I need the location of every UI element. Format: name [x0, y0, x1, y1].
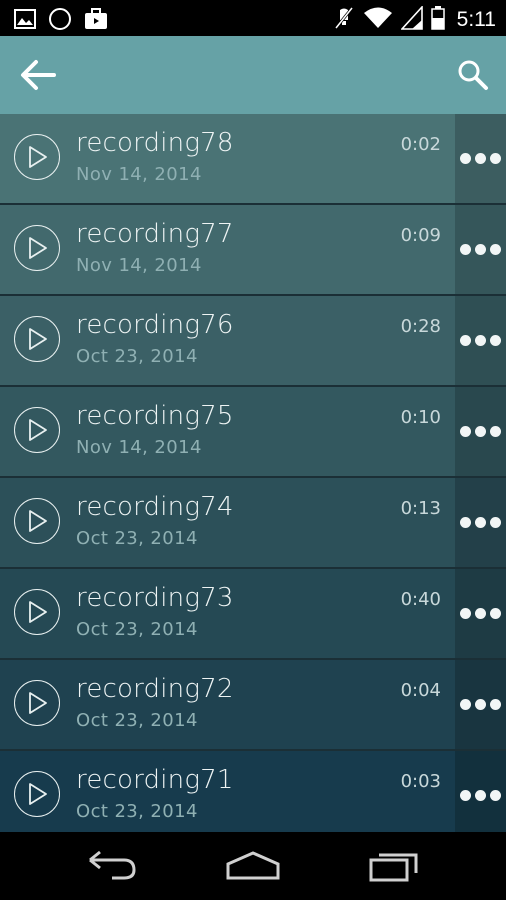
battery-icon: [430, 6, 445, 34]
circle-icon: [48, 7, 72, 35]
recording-title: recording73: [76, 583, 234, 613]
play-button[interactable]: [14, 771, 60, 817]
recording-title: recording76: [76, 310, 234, 340]
recording-duration: 0:03: [400, 771, 441, 792]
recording-title: recording74: [76, 492, 234, 522]
search-button[interactable]: [456, 58, 490, 92]
recording-title: recording78: [76, 128, 234, 158]
more-dots-icon: [460, 517, 501, 528]
recording-duration: 0:09: [400, 225, 441, 246]
more-dots-icon: [460, 608, 501, 619]
recording-row[interactable]: recording71 Oct 23, 2014 0:03: [0, 751, 506, 832]
recording-row[interactable]: recording77 Nov 14, 2014 0:09: [0, 205, 506, 296]
nav-back-icon: [86, 850, 138, 886]
recording-title: recording77: [76, 219, 234, 249]
more-options-button[interactable]: [455, 751, 506, 832]
more-dots-icon: [460, 699, 501, 710]
recording-date: Nov 14, 2014: [76, 255, 202, 276]
play-button[interactable]: [14, 225, 60, 271]
recording-list: recording78 Nov 14, 2014 0:02 recording7…: [0, 114, 506, 832]
play-button[interactable]: [14, 134, 60, 180]
nav-recents-icon: [368, 853, 422, 886]
recording-duration: 0:40: [400, 589, 441, 610]
recording-row-main[interactable]: recording71 Oct 23, 2014 0:03: [0, 751, 455, 832]
more-options-button[interactable]: [455, 387, 506, 476]
more-options-button[interactable]: [455, 205, 506, 294]
recording-date: Oct 23, 2014: [76, 801, 198, 822]
more-options-button[interactable]: [455, 569, 506, 658]
recording-row[interactable]: recording75 Nov 14, 2014 0:10: [0, 387, 506, 478]
more-dots-icon: [460, 244, 501, 255]
recording-row-main[interactable]: recording77 Nov 14, 2014 0:09: [0, 205, 455, 294]
more-dots-icon: [460, 153, 501, 164]
recording-row[interactable]: recording73 Oct 23, 2014 0:40: [0, 569, 506, 660]
recording-row-main[interactable]: recording72 Oct 23, 2014 0:04: [0, 660, 455, 749]
play-button[interactable]: [14, 407, 60, 453]
recording-row-main[interactable]: recording75 Nov 14, 2014 0:10: [0, 387, 455, 476]
status-right-icons: 5:11: [333, 4, 496, 34]
recording-row[interactable]: recording72 Oct 23, 2014 0:04: [0, 660, 506, 751]
recording-row[interactable]: recording78 Nov 14, 2014 0:02: [0, 114, 506, 205]
back-button[interactable]: [18, 54, 60, 96]
recording-duration: 0:13: [400, 498, 441, 519]
play-button[interactable]: [14, 316, 60, 362]
recording-title: recording72: [76, 674, 234, 704]
app-bar: [0, 36, 506, 114]
recording-row-main[interactable]: recording73 Oct 23, 2014 0:40: [0, 569, 455, 658]
recording-row[interactable]: recording74 Oct 23, 2014 0:13: [0, 478, 506, 569]
more-dots-icon: [460, 790, 501, 801]
nav-recents-button[interactable]: [368, 850, 422, 886]
image-icon: [14, 9, 36, 33]
recording-date: Oct 23, 2014: [76, 619, 198, 640]
recording-title: recording75: [76, 401, 234, 431]
status-bar: 5:11: [0, 0, 506, 36]
recording-duration: 0:28: [400, 316, 441, 337]
recording-date: Nov 14, 2014: [76, 164, 202, 185]
recording-row-main[interactable]: recording74 Oct 23, 2014 0:13: [0, 478, 455, 567]
play-button[interactable]: [14, 589, 60, 635]
status-clock: 5:11: [456, 8, 496, 31]
nav-home-button[interactable]: [226, 850, 280, 886]
recording-duration: 0:04: [400, 680, 441, 701]
search-icon: [456, 60, 490, 96]
more-dots-icon: [460, 426, 501, 437]
recording-duration: 0:02: [400, 134, 441, 155]
more-dots-icon: [460, 335, 501, 346]
recording-row-main[interactable]: recording76 Oct 23, 2014 0:28: [0, 296, 455, 385]
recording-date: Oct 23, 2014: [76, 528, 198, 549]
arrow-left-icon: [18, 60, 60, 100]
play-button[interactable]: [14, 498, 60, 544]
more-options-button[interactable]: [455, 478, 506, 567]
nav-home-icon: [226, 851, 280, 886]
nav-back-button[interactable]: [86, 850, 138, 886]
recording-duration: 0:10: [400, 407, 441, 428]
recording-date: Nov 14, 2014: [76, 437, 202, 458]
signal-icon: [399, 4, 423, 34]
navigation-bar: [0, 832, 506, 900]
more-options-button[interactable]: [455, 660, 506, 749]
more-options-button[interactable]: [455, 296, 506, 385]
play-button[interactable]: [14, 680, 60, 726]
mute-icon: [333, 6, 355, 34]
more-options-button[interactable]: [455, 114, 506, 203]
status-left-icons: [14, 7, 108, 35]
recording-date: Oct 23, 2014: [76, 346, 198, 367]
recording-title: recording71: [76, 765, 234, 795]
briefcase-icon: [84, 8, 108, 34]
recording-row-main[interactable]: recording78 Nov 14, 2014 0:02: [0, 114, 455, 203]
wifi-icon: [363, 6, 393, 34]
recording-date: Oct 23, 2014: [76, 710, 198, 731]
recording-row[interactable]: recording76 Oct 23, 2014 0:28: [0, 296, 506, 387]
